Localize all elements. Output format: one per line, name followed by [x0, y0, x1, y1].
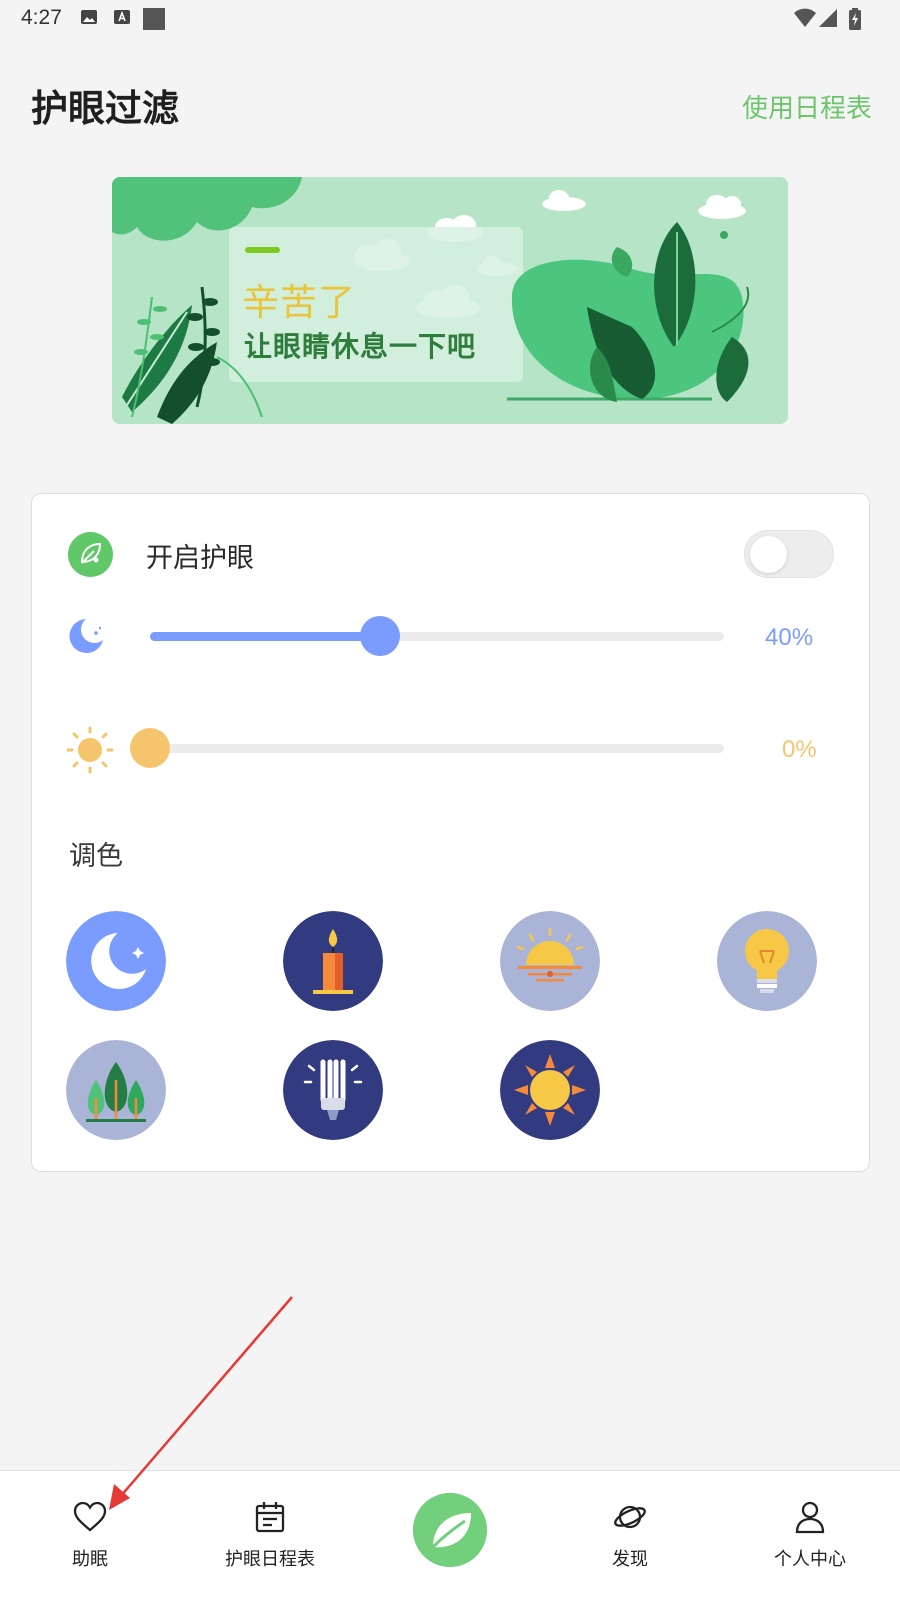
moon-preset-button[interactable] — [66, 911, 166, 1011]
eye-care-card: 开启护眼 40% 0% 调色 — [31, 493, 870, 1172]
filter-percent: 40% — [765, 624, 814, 651]
nav-label: 助眠 — [72, 1549, 108, 1570]
sun-icon — [500, 1040, 600, 1140]
color-section-label: 调色 — [69, 841, 123, 872]
banner-subline: 让眼睛休息一下吧 — [244, 330, 477, 363]
filter-slider-fill — [150, 632, 380, 641]
a-notification-icon — [114, 10, 130, 24]
calendar-icon — [255, 1502, 285, 1533]
lightbulb-preset-button[interactable] — [717, 911, 817, 1011]
wifi-icon — [794, 8, 816, 27]
banner-headline: 辛苦了 — [242, 281, 356, 324]
forest-preset-button[interactable] — [66, 1040, 166, 1140]
nav-label: 护眼日程表 — [225, 1549, 315, 1570]
status-bar: 4:27 — [0, 0, 900, 40]
use-schedule-link[interactable]: 使用日程表 — [742, 88, 872, 125]
candle-icon — [283, 911, 383, 1011]
sunrise-icon — [500, 911, 600, 1011]
square-notification-icon — [143, 8, 165, 30]
nav-item-sleep-aid[interactable]: 助眠 — [38, 1471, 142, 1600]
forest-icon — [66, 1040, 166, 1140]
planet-icon — [614, 1505, 646, 1529]
brightness-slider-thumb[interactable] — [130, 728, 170, 768]
leaf-badge-icon — [68, 532, 113, 577]
sun-small-icon — [66, 726, 114, 774]
nav-item-discover[interactable]: 发现 — [578, 1471, 682, 1600]
nav-item-profile[interactable]: 个人中心 — [752, 1471, 868, 1600]
fluorescent-lamp-icon — [283, 1040, 383, 1140]
leaf-icon — [413, 1493, 487, 1567]
banner-illustration — [112, 177, 788, 424]
toggle-knob — [750, 536, 787, 573]
nav-label: 发现 — [612, 1549, 648, 1570]
lightbulb-icon — [717, 911, 817, 1011]
battery-icon — [849, 8, 861, 30]
heart-icon — [73, 1501, 107, 1532]
fluorescent-lamp-preset-button[interactable] — [283, 1040, 383, 1140]
filter-slider[interactable] — [150, 632, 724, 641]
promo-banner: 辛苦了 让眼睛休息一下吧 — [112, 177, 788, 424]
sunrise-preset-button[interactable] — [500, 911, 600, 1011]
image-notification-icon — [81, 10, 97, 24]
moon-small-icon — [69, 619, 103, 653]
sun-preset-button[interactable] — [500, 1040, 600, 1140]
person-icon — [795, 1501, 825, 1534]
nav-item-home[interactable] — [413, 1493, 487, 1567]
cell-signal-icon — [819, 9, 837, 27]
nav-label: 个人中心 — [774, 1549, 846, 1570]
candle-preset-button[interactable] — [283, 911, 383, 1011]
moon-icon — [66, 911, 166, 1011]
brightness-percent: 0% — [782, 736, 817, 763]
bottom-nav: 助眠 护眼日程表 发现 个人中心 — [0, 1470, 900, 1600]
filter-slider-thumb[interactable] — [359, 616, 400, 656]
eye-care-toggle-label: 开启护眼 — [146, 543, 254, 574]
page-title: 护眼过滤 — [31, 87, 179, 130]
eye-care-toggle[interactable] — [744, 530, 834, 578]
status-time: 4:27 — [21, 6, 62, 29]
brightness-slider[interactable] — [150, 744, 724, 753]
nav-item-eye-schedule[interactable]: 护眼日程表 — [212, 1471, 328, 1600]
